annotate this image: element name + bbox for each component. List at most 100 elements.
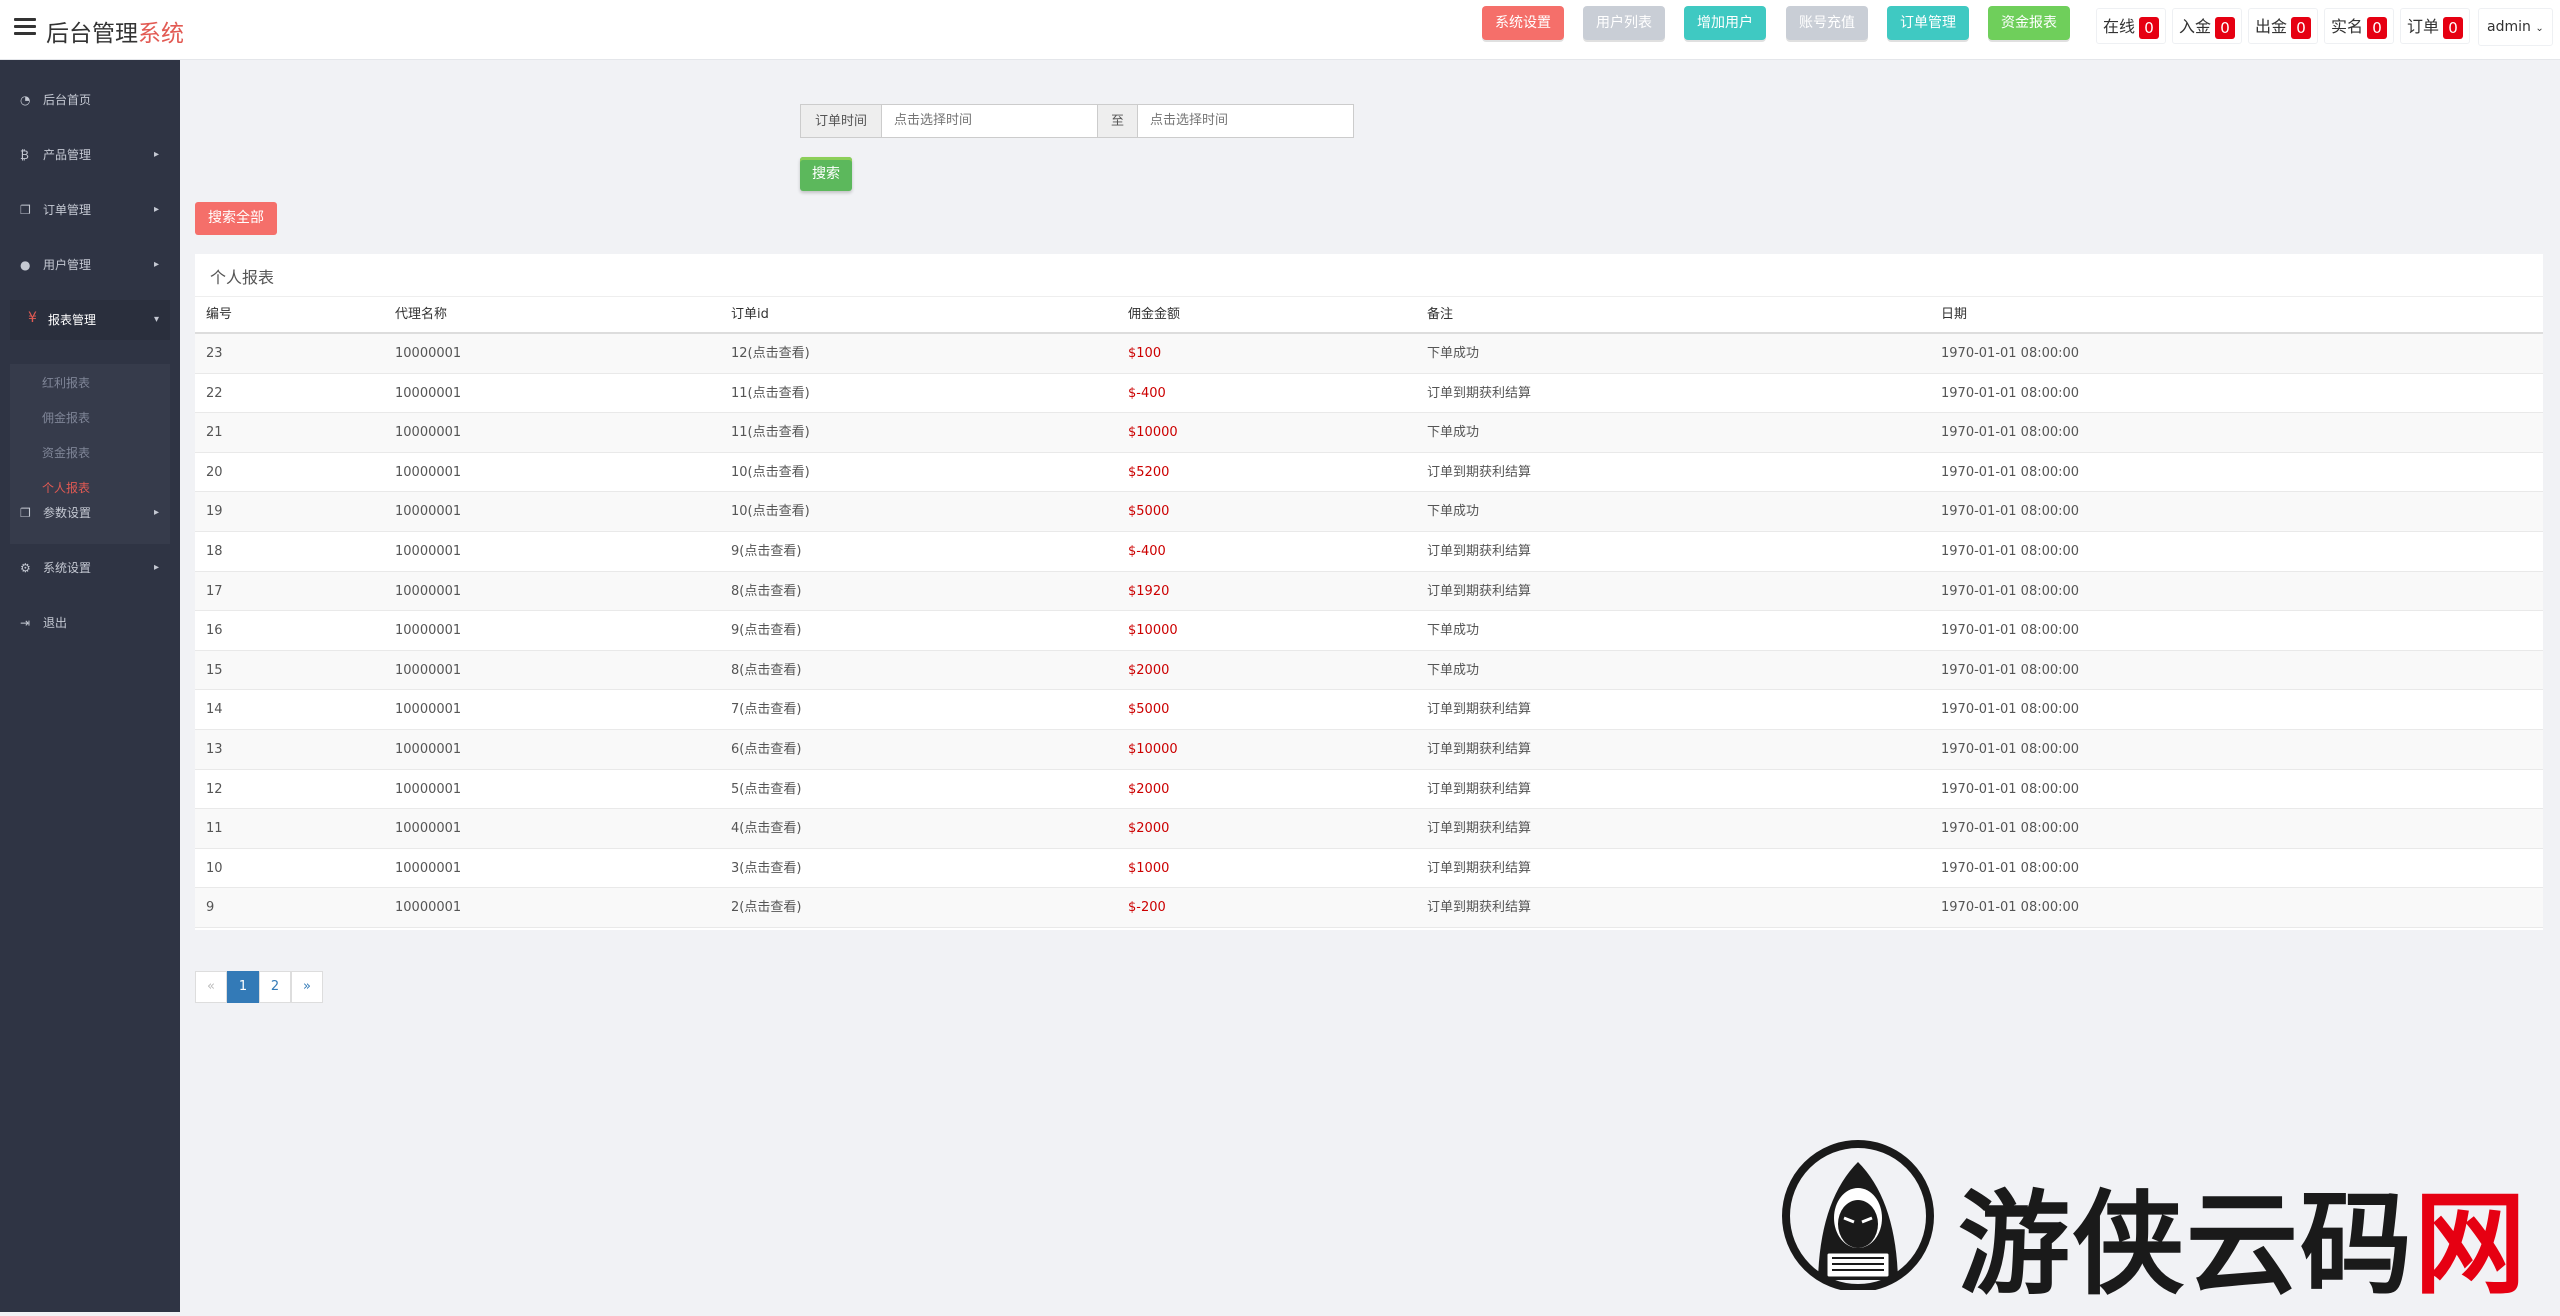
cell-note: 订单到期获利结算 <box>1427 900 1532 916</box>
sidebar-item-label: 退出 <box>43 616 68 630</box>
user-list-button[interactable]: 用户列表 <box>1583 6 1665 40</box>
column-header-note: 备注 <box>1427 307 1454 322</box>
table-row: 15 10000001 8(点击查看) $2000 下单成功 1970-01-01 08:… <box>195 650 2543 691</box>
sidebar-item-products[interactable]: ₿ 产品管理 ▸ <box>0 135 180 175</box>
cell-date: 1970-01-01 08:00:00 <box>1941 504 2080 520</box>
cell-date: 1970-01-01 08:00:00 <box>1941 425 2080 441</box>
table-row: 21 10000001 11(点击查看) $10000 下单成功 1970-01-01 0… <box>195 413 2543 453</box>
cell-order-link[interactable]: 4(点击查看) <box>731 809 801 848</box>
page-1-button[interactable]: 1 <box>227 971 259 1003</box>
cell-order-link[interactable]: 3(点击查看) <box>731 849 801 888</box>
cell-order-link[interactable]: 2(点击查看) <box>731 888 801 927</box>
cell-id: 20 <box>206 464 223 480</box>
cell-amount: $-400 <box>1128 544 1166 559</box>
page-2-button[interactable]: 2 <box>259 971 291 1003</box>
cell-id: 12 <box>206 781 223 797</box>
prev-page-button[interactable]: « <box>195 971 227 1003</box>
cell-id: 11 <box>206 821 223 837</box>
order-counter[interactable]: 订单 0 <box>2400 8 2471 44</box>
sidebar-item-users[interactable]: ● 用户管理 ▸ <box>0 245 180 285</box>
chevron-right-icon: ▸ <box>154 259 160 270</box>
system-settings-button[interactable]: 系统设置 <box>1482 6 1564 40</box>
cell-amount: $2000 <box>1128 662 1170 678</box>
cell-amount: $-400 <box>1128 385 1166 401</box>
search-button[interactable]: 搜索 <box>800 157 852 191</box>
cell-amount: $2000 <box>1128 781 1170 797</box>
counter-label: 订单 <box>2407 17 2440 36</box>
cell-order-link[interactable]: 10(点击查看) <box>731 453 810 492</box>
cell-order-link[interactable]: 8(点击查看) <box>731 572 801 611</box>
chevron-down-icon: ▾ <box>154 314 160 325</box>
date-range-separator: 至 <box>1097 104 1138 138</box>
online-counter[interactable]: 在线 0 <box>2096 8 2167 44</box>
cell-date: 1970-01-01 08:00:00 <box>1941 385 2080 401</box>
cell-agent: 10000001 <box>395 860 462 876</box>
cell-amount: $10000 <box>1128 425 1178 441</box>
cell-id: 21 <box>206 425 223 441</box>
cell-order-link[interactable]: 11(点击查看) <box>731 413 810 452</box>
cell-order-link[interactable]: 6(点击查看) <box>731 730 801 769</box>
start-date-input[interactable] <box>881 104 1098 138</box>
cell-order-link[interactable]: 9(点击查看) <box>731 611 801 650</box>
user-menu[interactable]: admin ⌄ <box>2478 8 2553 46</box>
cell-agent: 10000001 <box>395 781 462 797</box>
cell-agent: 10000001 <box>395 583 462 599</box>
user-icon: ● <box>20 258 31 272</box>
cell-date: 1970-01-01 08:00:00 <box>1941 742 2080 757</box>
hamburger-icon[interactable] <box>14 18 36 36</box>
next-page-button[interactable]: » <box>291 971 323 1003</box>
cell-id: 17 <box>206 583 223 599</box>
cell-order-link[interactable]: 10(点击查看) <box>731 492 810 531</box>
watermark: 游侠云码网 <box>1780 1140 2540 1310</box>
counter-badge: 0 <box>2443 16 2464 39</box>
sidebar-item-orders[interactable]: ❐ 订单管理 ▸ <box>0 190 180 230</box>
cell-note: 下单成功 <box>1427 504 1480 520</box>
sidebar-item-home[interactable]: ◔ 后台首页 <box>0 80 180 120</box>
cell-amount: $10000 <box>1128 623 1178 639</box>
copy-icon: ❐ <box>20 203 31 217</box>
submenu-fund-report[interactable]: 资金报表 <box>42 438 90 468</box>
table-header: 编号 代理名称 订单id 佣金金额 备注 日期 <box>195 296 2543 334</box>
sidebar-item-reports[interactable]: ¥ 报表管理 ▾ <box>10 300 170 340</box>
cell-order-link[interactable]: 7(点击查看) <box>731 690 801 729</box>
cell-amount: $5200 <box>1128 464 1170 480</box>
sidebar-item-system[interactable]: ⚙ 系统设置 ▸ <box>0 548 180 588</box>
sidebar-item-logout[interactable]: ⇥ 退出 <box>0 603 180 643</box>
withdraw-counter[interactable]: 出金 0 <box>2248 8 2319 44</box>
logo-main: 后台管理 <box>46 21 138 47</box>
fund-report-button[interactable]: 资金报表 <box>1988 6 2070 40</box>
deposit-counter[interactable]: 入金 0 <box>2172 8 2243 44</box>
cell-order-link[interactable]: 12(点击查看) <box>731 334 810 373</box>
cell-order-link[interactable]: 5(点击查看) <box>731 770 801 809</box>
submenu-bonus-report[interactable]: 红利报表 <box>42 368 90 398</box>
gears-icon: ⚙ <box>20 561 31 575</box>
cell-note: 订单到期获利结算 <box>1427 860 1532 876</box>
cell-date: 1970-01-01 08:00:00 <box>1941 544 2080 559</box>
sidebar-item-label: 订单管理 <box>43 203 92 217</box>
cell-order-link[interactable]: 11(点击查看) <box>731 374 810 413</box>
cell-date: 1970-01-01 08:00:00 <box>1941 662 2080 678</box>
cell-note: 下单成功 <box>1427 425 1480 441</box>
end-date-input[interactable] <box>1137 104 1354 138</box>
account-recharge-button[interactable]: 账号充值 <box>1786 6 1868 40</box>
order-management-button[interactable]: 订单管理 <box>1887 6 1969 40</box>
app-logo: 后台管理系统 <box>46 14 184 48</box>
cell-order-link[interactable]: 9(点击查看) <box>731 532 801 571</box>
order-time-label: 订单时间 <box>800 104 882 138</box>
cell-id: 22 <box>206 385 223 401</box>
cell-agent: 10000001 <box>395 702 462 718</box>
verified-counter[interactable]: 实名 0 <box>2324 8 2395 44</box>
sidebar-item-label: 用户管理 <box>43 258 92 272</box>
cell-amount: $100 <box>1128 346 1162 361</box>
add-user-button[interactable]: 增加用户 <box>1684 6 1766 40</box>
submenu-commission-report[interactable]: 佣金报表 <box>42 403 90 433</box>
column-header-order: 订单id <box>731 307 769 322</box>
cell-agent: 10000001 <box>395 504 462 520</box>
search-all-button[interactable]: 搜索全部 <box>195 202 277 235</box>
sidebar-item-parameters[interactable]: ❐ 参数设置 ▸ <box>0 493 180 533</box>
username: admin <box>2487 19 2531 35</box>
cell-agent: 10000001 <box>395 900 462 916</box>
cell-date: 1970-01-01 08:00:00 <box>1941 900 2080 916</box>
cell-order-link[interactable]: 8(点击查看) <box>731 651 801 690</box>
top-bar: 后台管理系统 系统设置 用户列表 增加用户 账号充值 订单管理 资金报表 在线 0… <box>0 0 2560 60</box>
